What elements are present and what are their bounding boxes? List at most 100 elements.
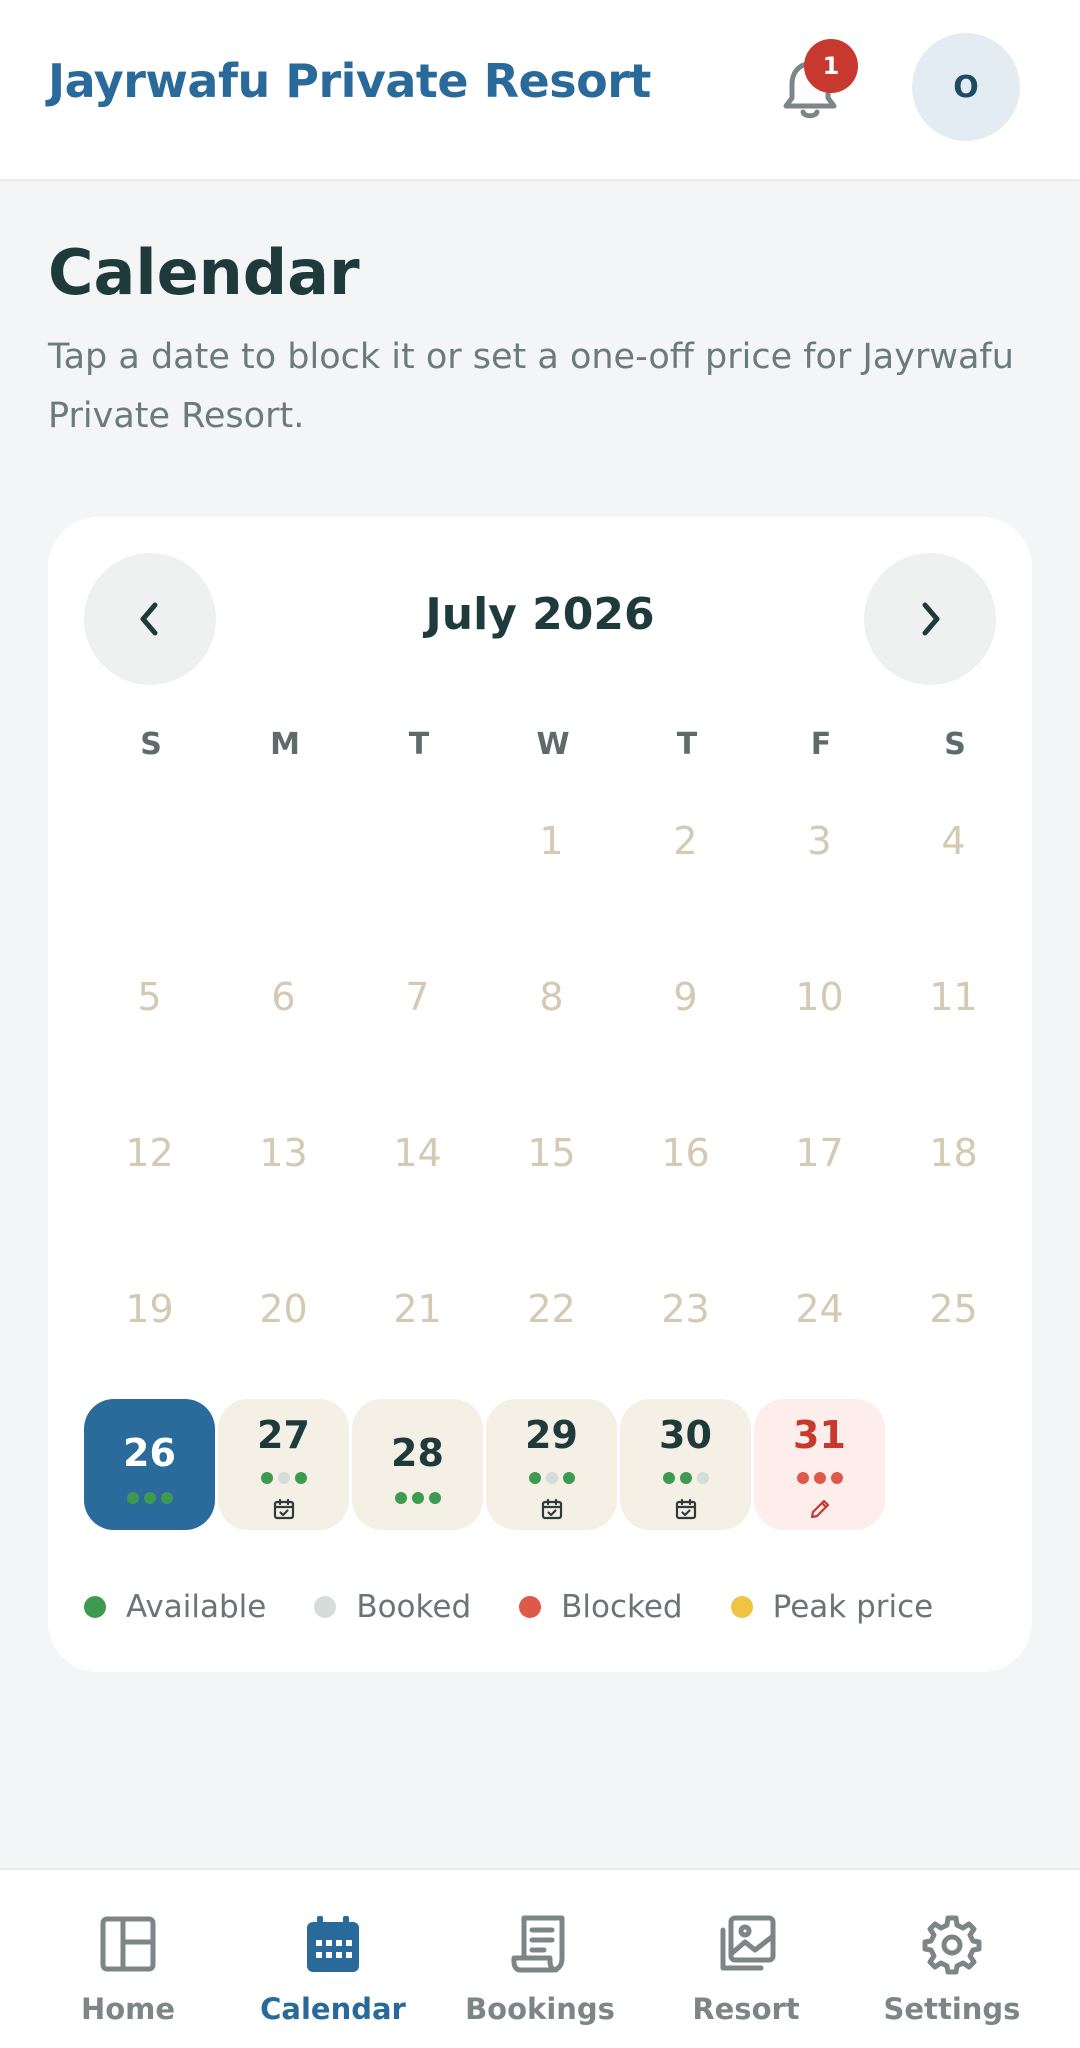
calendar-grid: 1 2 3 4 5 6 7 8 9 10 11 12 13 14 15 16 1…	[84, 775, 1022, 1530]
page-title: Calendar	[48, 236, 360, 309]
available-dot-icon	[84, 1596, 106, 1618]
day-number: 2	[673, 818, 698, 863]
tab-resort[interactable]: Resort	[656, 1914, 836, 2026]
day-number: 14	[393, 1130, 442, 1175]
day-cell-past: 25	[888, 1243, 1019, 1374]
legend-label: Blocked	[561, 1589, 683, 1625]
notification-badge: 1	[804, 39, 858, 93]
day-number: 22	[527, 1286, 576, 1331]
legend-label: Peak price	[772, 1589, 934, 1625]
day-number: 15	[527, 1130, 576, 1175]
empty-day-cell	[84, 775, 215, 906]
day-cell[interactable]: 30	[620, 1399, 751, 1530]
day-cell-past: 10	[754, 931, 885, 1062]
tab-home[interactable]: Home	[38, 1914, 218, 2026]
day-cell-past: 15	[486, 1087, 617, 1218]
weekday-label: S	[944, 727, 966, 762]
page-subtitle: Tap a date to block it or set a one-off …	[48, 337, 1014, 436]
day-number: 19	[125, 1286, 174, 1331]
weekday-label: T	[676, 727, 698, 762]
day-cell-past: 17	[754, 1087, 885, 1218]
day-cell-past: 12	[84, 1087, 215, 1218]
tab-label: Calendar	[260, 1992, 406, 2026]
day-number: 28	[391, 1431, 444, 1475]
weekday-label: F	[810, 727, 832, 762]
day-number: 27	[257, 1413, 310, 1457]
day-cell-past: 13	[218, 1087, 349, 1218]
day-number: 18	[929, 1130, 978, 1175]
booked-dot-icon	[314, 1596, 337, 1618]
next-month-button[interactable]	[864, 553, 996, 685]
weekday-label: W	[536, 727, 570, 762]
day-cell-past: 6	[218, 931, 349, 1062]
legend-booked: Booked	[314, 1589, 471, 1625]
day-number: 12	[125, 1130, 174, 1175]
day-cell-past: 20	[218, 1243, 349, 1374]
weekday-label: S	[140, 727, 162, 762]
availability-dots	[754, 1472, 885, 1484]
day-cell-selected[interactable]: 26	[84, 1399, 215, 1530]
day-number: 5	[137, 974, 162, 1019]
day-cell-past: 24	[754, 1243, 885, 1374]
day-number: 4	[941, 818, 966, 863]
day-number: 20	[259, 1286, 308, 1331]
day-number: 30	[659, 1413, 712, 1457]
calendar-icon	[243, 1914, 423, 1982]
tab-settings[interactable]: Settings	[862, 1914, 1042, 2026]
calendar-legend: Available Booked Blocked Peak price	[84, 1589, 981, 1625]
legend-blocked: Blocked	[519, 1589, 683, 1625]
legend-available: Available	[84, 1589, 266, 1625]
brand-title[interactable]: Jayrwafu Private Resort	[48, 54, 651, 108]
day-cell-past: 9	[620, 931, 751, 1062]
day-number: 13	[259, 1130, 308, 1175]
day-cell[interactable]: 27	[218, 1399, 349, 1530]
calendar-check-icon	[620, 1497, 751, 1521]
day-cell-past: 18	[888, 1087, 1019, 1218]
day-number: 3	[807, 818, 832, 863]
day-cell-past: 8	[486, 931, 617, 1062]
day-number: 26	[123, 1431, 176, 1475]
day-number: 17	[795, 1130, 844, 1175]
tab-label: Home	[80, 1992, 176, 2026]
day-cell-past: 5	[84, 931, 215, 1062]
tab-bookings[interactable]: Bookings	[450, 1914, 630, 2026]
availability-dots	[84, 1492, 215, 1504]
day-cell[interactable]: 29	[486, 1399, 617, 1530]
day-cell[interactable]: 28	[352, 1399, 483, 1530]
weekday-label: T	[408, 727, 430, 762]
availability-dots	[218, 1472, 349, 1484]
day-cell-past: 14	[352, 1087, 483, 1218]
day-cell-past: 23	[620, 1243, 751, 1374]
day-cell-past: 11	[888, 931, 1019, 1062]
day-cell-past: 16	[620, 1087, 751, 1218]
calendar-check-icon	[218, 1497, 349, 1521]
tab-label: Resort	[692, 1992, 800, 2026]
day-number: 11	[929, 974, 978, 1019]
tab-label: Bookings	[465, 1992, 615, 2026]
day-cell-past: 19	[84, 1243, 215, 1374]
day-number: 10	[795, 974, 844, 1019]
weekday-label: M	[270, 727, 300, 762]
day-number: 29	[525, 1413, 578, 1457]
day-cell-past: 7	[352, 931, 483, 1062]
bottom-navigation: Home Calendar Bookings Resort Settings	[0, 1868, 1080, 2048]
empty-day-cell	[888, 1399, 1019, 1530]
legend-label: Booked	[356, 1589, 472, 1625]
peak-dot-icon	[730, 1596, 753, 1618]
day-number: 1	[539, 818, 564, 863]
availability-dots	[352, 1492, 483, 1504]
receipt-icon	[450, 1914, 630, 1982]
gear-icon	[862, 1914, 1042, 1982]
day-cell-past: 21	[352, 1243, 483, 1374]
user-avatar[interactable]: O	[912, 33, 1020, 141]
day-cell-past: 22	[486, 1243, 617, 1374]
day-number: 31	[793, 1413, 846, 1457]
day-number: 6	[271, 974, 296, 1019]
day-number: 25	[929, 1286, 978, 1331]
day-cell-blocked[interactable]: 31	[754, 1399, 885, 1530]
availability-dots	[620, 1472, 751, 1484]
tab-calendar[interactable]: Calendar	[243, 1914, 423, 2026]
day-cell-past: 1	[486, 775, 617, 906]
pencil-icon	[754, 1497, 885, 1521]
calendar-card: July 2026 S M T W T F S 1 2 3 4 5 6 7 8 …	[48, 517, 1032, 1672]
